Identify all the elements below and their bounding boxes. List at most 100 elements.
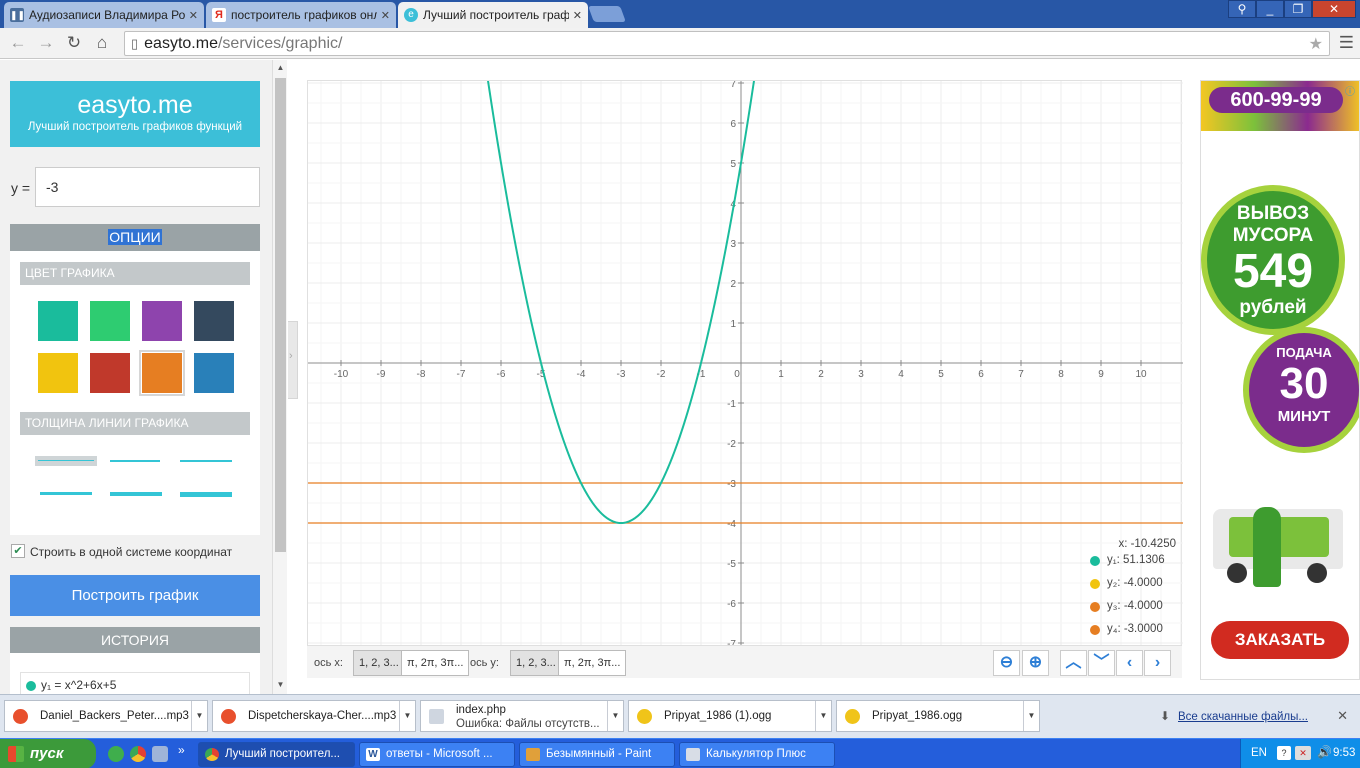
y-tick-label: -5: [727, 559, 736, 570]
tab-easyto[interactable]: e Лучший построитель граф ✕: [398, 2, 588, 28]
volume-icon[interactable]: 🔊: [1317, 745, 1332, 759]
y-axis-numeric-button[interactable]: 1, 2, 3...: [510, 650, 562, 676]
advertisement[interactable]: 600-99-99 ⓘ ВЫВОЗ МУСОРА 549 рублей ПОДА…: [1200, 80, 1360, 680]
thickness-option-6[interactable]: [180, 492, 232, 497]
back-arrow-icon[interactable]: ←: [4, 33, 32, 53]
ad-price: 549: [1232, 245, 1314, 298]
build-graph-button[interactable]: Построить график: [10, 575, 260, 616]
network-error-icon[interactable]: ✕: [1295, 746, 1311, 760]
tab-title: Лучший построитель граф: [423, 8, 569, 22]
scroll-up-arrow-icon[interactable]: ▲: [273, 63, 288, 72]
y-tick-label: 5: [730, 159, 736, 170]
chevron-down-icon[interactable]: ▼: [815, 701, 831, 731]
pan-right-icon[interactable]: ›: [1144, 650, 1171, 676]
pan-up-icon[interactable]: ︿: [1060, 650, 1087, 676]
left-panel-scrollbar[interactable]: ▲ ▼: [272, 60, 287, 694]
task-paint[interactable]: Безымянный - Paint: [519, 742, 675, 767]
task-chrome[interactable]: Лучший построител...: [198, 742, 355, 767]
word-icon: W: [366, 748, 380, 761]
chrome-icon[interactable]: [130, 746, 146, 762]
thickness-option-5[interactable]: [110, 492, 162, 496]
pan-left-icon[interactable]: ‹: [1116, 650, 1143, 676]
series-color-dot: [1090, 602, 1100, 612]
download-item[interactable]: Daniel_Backers_Peter....mp3 ▼: [4, 700, 208, 732]
color-swatch-3[interactable]: [194, 301, 234, 341]
x-tick-label: -4: [577, 369, 586, 380]
ad-info-icon[interactable]: ⓘ: [1345, 83, 1357, 98]
x-axis-pi-button[interactable]: π, 2π, 3π...: [401, 650, 470, 676]
y-tick-label: -3: [727, 479, 736, 490]
task-calculator[interactable]: Калькулятор Плюс: [679, 742, 835, 767]
reload-icon[interactable]: ↻: [60, 33, 88, 53]
thickness-option-2[interactable]: [110, 460, 160, 462]
panel-toggle-handle[interactable]: ›: [288, 321, 298, 399]
tooltip-row: y₄: -3.0000: [1088, 623, 1182, 646]
user-icon[interactable]: ⚲: [1228, 0, 1256, 18]
app-icon[interactable]: [152, 746, 168, 762]
minimize-button[interactable]: _: [1256, 0, 1284, 18]
color-swatch-6[interactable]: [139, 350, 185, 396]
tab-search[interactable]: Я построитель графиков онл ✕: [206, 2, 396, 28]
chevron-down-icon[interactable]: ▼: [191, 701, 207, 731]
graph-area[interactable]: -10 -9 -8 -7 -6 -5 -4 -3 -2 -1 0 1 2 3 4 5 6 7 8 9 10 7 6 5 4 3 2 1…: [307, 80, 1183, 678]
tab-audio[interactable]: ❚❚ Аудиозаписи Владимира Ро ✕: [4, 2, 204, 28]
zoom-in-icon[interactable]: ⊕: [1022, 650, 1049, 676]
home-icon[interactable]: ⌂: [88, 33, 116, 53]
windows-logo-icon: [8, 746, 24, 762]
pan-down-icon[interactable]: ﹀: [1088, 650, 1115, 676]
menu-icon[interactable]: ☰: [1339, 33, 1354, 53]
scroll-down-arrow-icon[interactable]: ▼: [273, 680, 288, 689]
bookmark-star-icon[interactable]: ★: [1309, 34, 1323, 54]
same-axes-checkbox[interactable]: ✔: [11, 544, 25, 558]
color-swatch-7[interactable]: [194, 353, 234, 393]
graph-canvas[interactable]: -10 -9 -8 -7 -6 -5 -4 -3 -2 -1 0 1 2 3 4 5 6 7 8 9 107654321…: [308, 81, 1183, 646]
ad-order-button[interactable]: ЗАКАЗАТЬ: [1211, 621, 1349, 659]
function-input[interactable]: -3: [35, 167, 260, 207]
download-item[interactable]: Pripyat_1986.ogg ▼: [836, 700, 1040, 732]
browser-toolbar: ← → ↻ ⌂ ▯ easyto.me/services/graphic/ ★ …: [0, 28, 1360, 59]
thickness-option-4[interactable]: [40, 492, 92, 495]
close-window-button[interactable]: ✕: [1312, 0, 1356, 18]
y-axis-pi-button[interactable]: π, 2π, 3π...: [558, 650, 627, 676]
thickness-option-3[interactable]: [180, 460, 232, 462]
thickness-option-1[interactable]: [38, 460, 94, 461]
close-icon[interactable]: ✕: [573, 9, 582, 22]
color-swatch-1[interactable]: [90, 301, 130, 341]
color-swatch-4[interactable]: [38, 353, 78, 393]
help-icon[interactable]: ?: [1277, 746, 1291, 760]
chevron-down-icon[interactable]: ▼: [399, 701, 415, 731]
easyto-icon: e: [404, 8, 418, 22]
forward-arrow-icon[interactable]: →: [32, 33, 60, 53]
close-icon[interactable]: ✕: [1337, 708, 1348, 724]
more-icon[interactable]: »: [178, 743, 185, 757]
utorrent-icon[interactable]: [108, 746, 124, 762]
language-indicator[interactable]: EN: [1251, 747, 1267, 759]
address-bar[interactable]: ▯ easyto.me/services/graphic/ ★: [124, 31, 1330, 56]
system-tray: EN ? ✕ 🔊 9:53: [1240, 739, 1360, 768]
task-word[interactable]: W ответы - Microsoft ...: [359, 742, 515, 767]
download-item[interactable]: Dispetcherskaya-Cher....mp3 ▼: [212, 700, 416, 732]
options-header[interactable]: ОПЦИИ: [10, 224, 260, 251]
color-swatch-5[interactable]: [90, 353, 130, 393]
chevron-down-icon[interactable]: ▼: [607, 701, 623, 731]
close-icon[interactable]: ✕: [189, 9, 198, 22]
restore-button[interactable]: ❐: [1284, 0, 1312, 18]
same-axes-label: Строить в одной системе координат: [30, 545, 233, 559]
task-title: Безымянный - Paint: [546, 748, 652, 760]
zoom-out-icon[interactable]: ⊖: [993, 650, 1020, 676]
download-item[interactable]: index.php Ошибка: Файлы отсутств... ▼: [420, 700, 624, 732]
color-swatch-0[interactable]: [38, 301, 78, 341]
color-swatch-2[interactable]: [142, 301, 182, 341]
chevron-down-icon[interactable]: ▼: [1023, 701, 1039, 731]
new-tab-button[interactable]: [588, 6, 626, 22]
start-button[interactable]: пуск: [0, 739, 96, 768]
x-axis-numeric-button[interactable]: 1, 2, 3...: [353, 650, 405, 676]
close-icon[interactable]: ✕: [381, 9, 390, 22]
series-color-dot: [1090, 556, 1100, 566]
download-name: index.php: [456, 704, 506, 716]
history-item[interactable]: y₁ = x^2+6x+5: [20, 672, 250, 694]
download-item[interactable]: Pripyat_1986 (1).ogg ▼: [628, 700, 832, 732]
show-all-downloads-link[interactable]: Все скачанные файлы...: [1178, 711, 1308, 723]
scrollbar-thumb[interactable]: [275, 78, 286, 552]
logo[interactable]: easyto.me Лучший построитель графиков фу…: [10, 81, 260, 147]
